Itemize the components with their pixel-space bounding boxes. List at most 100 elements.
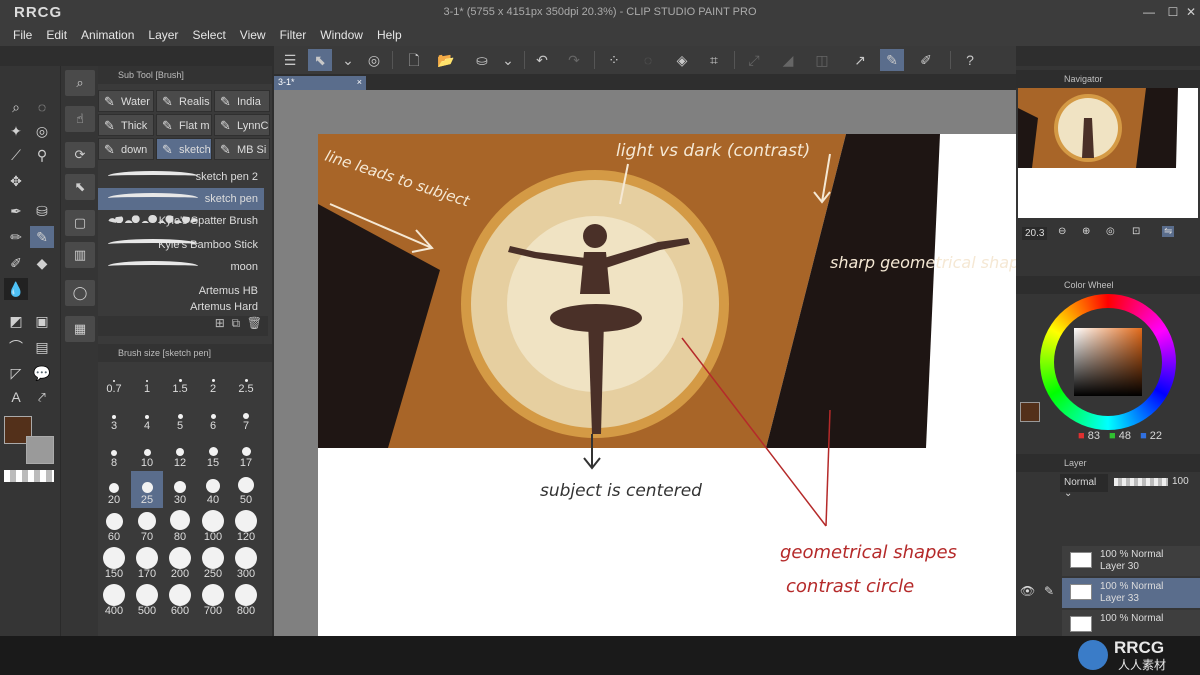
brush-size-cell[interactable]: 20 <box>98 471 130 508</box>
zoom-icon[interactable]: ⌕ <box>4 96 28 118</box>
undo-icon[interactable]: ↶ <box>530 49 554 71</box>
balloon-icon[interactable]: 💬 <box>30 362 54 384</box>
layer-move-icon[interactable]: ▥ <box>65 242 95 268</box>
brush-size-cell[interactable]: 2 <box>197 360 229 397</box>
actual-size-icon[interactable]: ⊡ <box>1132 226 1140 237</box>
menu-help[interactable]: Help <box>370 24 409 46</box>
brush-size-cell[interactable]: 25 <box>131 471 163 508</box>
brush-icon[interactable]: ✎ <box>880 49 904 71</box>
brush-size-cell[interactable]: 1 <box>131 360 163 397</box>
clear-icon[interactable]: ◌ <box>636 49 660 71</box>
menu-layer[interactable]: Layer <box>141 24 185 46</box>
gradient-icon[interactable]: ▣ <box>30 310 54 332</box>
help-icon[interactable]: ? <box>958 49 982 71</box>
transparent-color-swatch[interactable] <box>4 470 54 482</box>
brush-size-cell[interactable]: 6 <box>197 397 229 434</box>
brush-size-cell[interactable]: 200 <box>164 545 196 582</box>
zoom-out-icon[interactable]: ⊖ <box>1058 226 1066 237</box>
fill-tool-icon[interactable]: ◩ <box>4 310 28 332</box>
tab-india[interactable]: ✎ India <box>214 90 270 112</box>
brush-size-cell[interactable]: 60 <box>98 508 130 545</box>
frame-sub-icon[interactable]: ▦ <box>65 316 95 342</box>
tab-down[interactable]: ✎ down <box>98 138 154 160</box>
brush-size-cell[interactable]: 250 <box>197 545 229 582</box>
deselect-icon[interactable]: ⁘ <box>602 49 626 71</box>
correct-line-icon[interactable]: ⤤ <box>30 386 54 408</box>
tab-watercolor[interactable]: ✎ Water <box>98 90 154 112</box>
text-icon[interactable]: A <box>4 386 28 408</box>
brush-item[interactable]: moon <box>98 256 264 278</box>
brush-size-cell[interactable]: 600 <box>164 582 196 619</box>
maximize-icon[interactable]: ☐ <box>1164 3 1182 21</box>
layer-icon[interactable]: ◎ <box>362 49 386 71</box>
crop-icon[interactable]: ⌗ <box>702 49 726 71</box>
blend-mode-select[interactable]: Normal ⌄ <box>1060 474 1108 499</box>
navigator-preview[interactable] <box>1018 88 1198 218</box>
brush-item[interactable]: Artemus HB <box>98 280 264 302</box>
hamburger-icon[interactable]: ☰ <box>278 49 302 71</box>
brush-item[interactable]: sketch pen 2 <box>98 166 264 188</box>
tab-realistic[interactable]: ✎ Realis <box>156 90 212 112</box>
ruler-icon[interactable]: ◫ <box>810 49 834 71</box>
curve-icon[interactable]: ⌒ <box>4 336 28 358</box>
trash-icon[interactable]: 🗑 <box>247 316 262 330</box>
visibility-eye-icon[interactable]: 👁 <box>1020 584 1035 598</box>
chevron-down-icon[interactable]: ⌄ <box>496 49 520 71</box>
menu-window[interactable]: Window <box>313 24 370 46</box>
brush-item[interactable]: Artemus Hard <box>98 300 264 314</box>
brush-size-cell[interactable]: 70 <box>131 508 163 545</box>
brush-size-cell[interactable]: 30 <box>164 471 196 508</box>
transform-icon[interactable]: ⤢ <box>742 49 766 71</box>
rotate-icon[interactable]: ⟳ <box>65 142 95 168</box>
eraser-icon[interactable]: ◆ <box>30 252 54 274</box>
brush-size-cell[interactable]: 40 <box>197 471 229 508</box>
tab-sketch[interactable]: ✎ sketch <box>156 138 212 160</box>
selection-icon[interactable]: ▢ <box>65 210 95 236</box>
brush-tool-icon[interactable]: ✎ <box>30 226 54 248</box>
flip-icon[interactable]: ⇋ <box>1162 226 1175 237</box>
menu-filter[interactable]: Filter <box>273 24 314 46</box>
opacity-slider[interactable] <box>1114 478 1168 486</box>
fit-icon[interactable]: ◎ <box>1106 226 1115 237</box>
layer-row[interactable]: 100 % Normal Layer 30 <box>1062 546 1200 576</box>
chevron-down-icon[interactable]: ⌄ <box>336 49 360 71</box>
menu-select[interactable]: Select <box>185 24 232 46</box>
pencil-icon[interactable]: ✐ <box>914 49 938 71</box>
brush-size-cell[interactable]: 10 <box>131 434 163 471</box>
brush-size-cell[interactable]: 0.7 <box>98 360 130 397</box>
brush-size-cell[interactable]: 700 <box>197 582 229 619</box>
color-wheel[interactable] <box>1040 294 1176 430</box>
move-icon[interactable]: ◌ <box>30 96 54 118</box>
lasso-icon[interactable]: ◎ <box>30 120 54 142</box>
search-icon[interactable]: ⚲ <box>30 144 54 166</box>
canvas-paper[interactable]: line leads to subject light vs dark (con… <box>318 134 1037 636</box>
brush-size-cell[interactable]: 50 <box>230 471 262 508</box>
brush-item[interactable]: sketch pen <box>98 188 264 210</box>
zoom-in-icon[interactable]: ⊕ <box>1082 226 1090 237</box>
brush-item[interactable]: Kyle's Spatter Brush <box>98 210 264 232</box>
brush-size-cell[interactable]: 170 <box>131 545 163 582</box>
brush-size-cell[interactable]: 80 <box>164 508 196 545</box>
brush-size-cell[interactable]: 100 <box>197 508 229 545</box>
frame-icon[interactable]: ▤ <box>30 336 54 358</box>
brush-size-cell[interactable]: 15 <box>197 434 229 471</box>
brush-size-cell[interactable]: 7 <box>230 397 262 434</box>
menu-animation[interactable]: Animation <box>74 24 141 46</box>
wand-icon[interactable]: ✦ <box>4 120 28 142</box>
close-icon[interactable]: ✕ <box>1182 3 1200 21</box>
menu-edit[interactable]: Edit <box>39 24 74 46</box>
blend-icon[interactable]: 💧 <box>4 278 28 300</box>
decoration-icon[interactable]: ✐ <box>4 252 28 274</box>
color-square[interactable] <box>1074 328 1142 396</box>
zoom-value[interactable]: 20.3 <box>1022 227 1048 240</box>
menu-file[interactable]: File <box>6 24 39 46</box>
brush-size-cell[interactable]: 4 <box>131 397 163 434</box>
layer-row[interactable]: 100 % Normal <box>1062 610 1200 636</box>
zoom-subtool-icon[interactable]: ⌕ <box>65 70 95 96</box>
document-tab[interactable]: 3-1* × <box>274 76 366 90</box>
open-folder-icon[interactable]: 📂 <box>434 49 458 71</box>
brush-size-cell[interactable]: 1.5 <box>164 360 196 397</box>
tab-flat[interactable]: ✎ Flat m <box>156 114 212 136</box>
pen-icon[interactable]: ✒ <box>4 200 28 222</box>
object-icon[interactable]: ⬉ <box>65 174 95 200</box>
